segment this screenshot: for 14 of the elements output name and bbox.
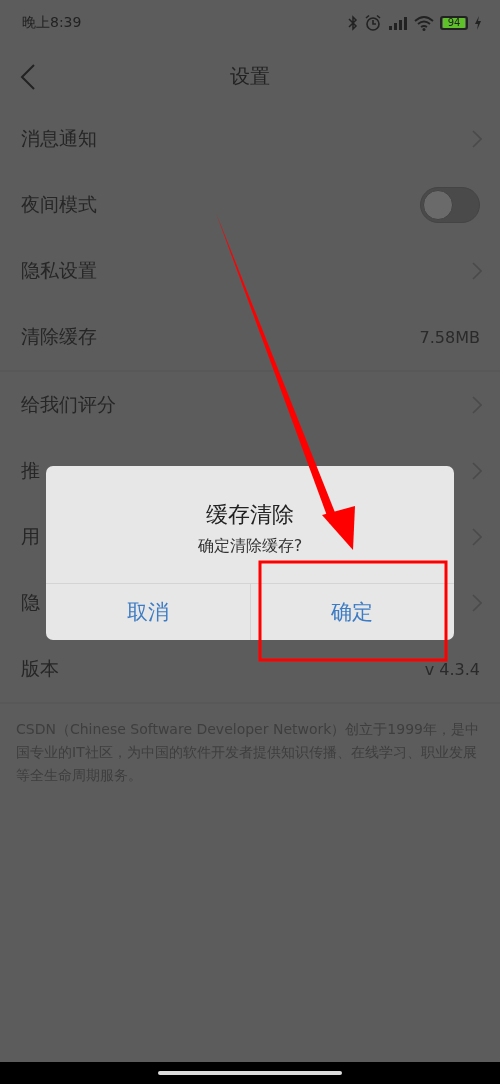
toggle-switch[interactable] [420, 187, 480, 223]
wifi-icon [414, 15, 434, 31]
dialog-button[interactable]: 确定 [249, 584, 454, 640]
alarm-icon [364, 14, 382, 32]
signal-icon [388, 15, 408, 31]
dialog-message: 确定清除缓存? [197, 536, 303, 557]
page-title: 设置 [230, 62, 270, 90]
bluetooth-icon [348, 15, 358, 31]
dialog-title: 缓存清除 [206, 501, 294, 529]
home-indicator[interactable] [158, 1071, 342, 1075]
back-icon[interactable] [20, 64, 36, 90]
battery-indicator: 94 [440, 16, 468, 30]
charging-icon [474, 16, 482, 30]
dialog-button[interactable]: 取消 [46, 584, 250, 640]
